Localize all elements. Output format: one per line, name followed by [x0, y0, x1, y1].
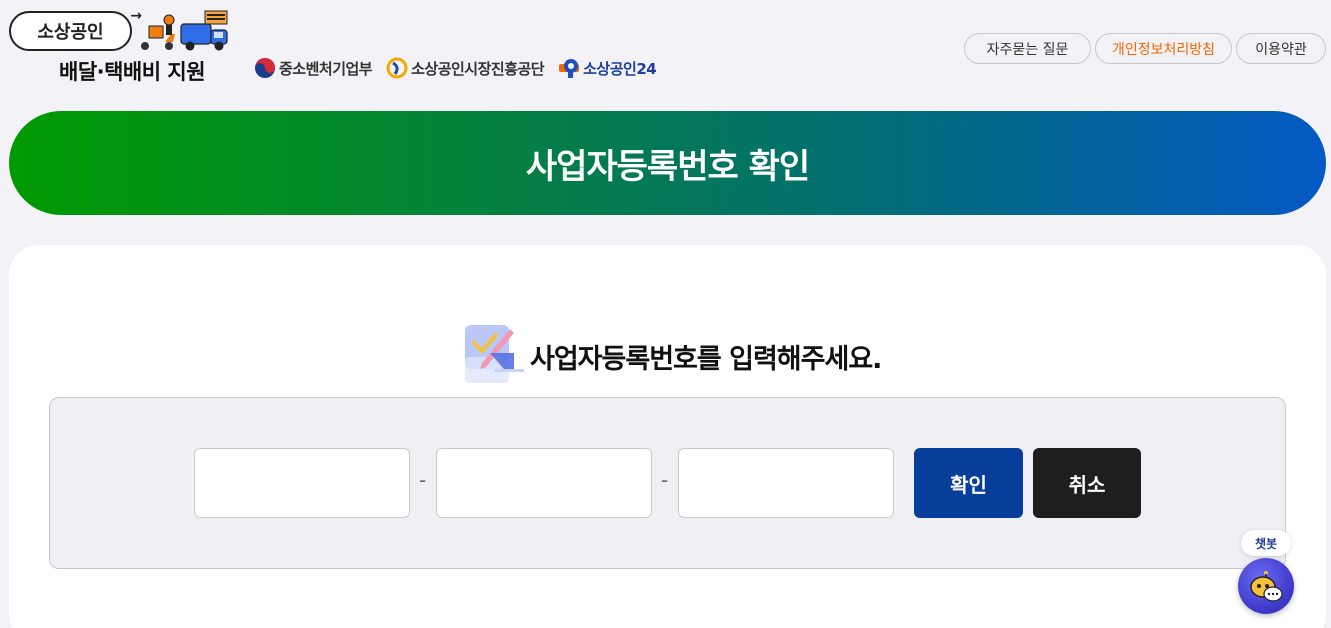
- site-header: 소상공인 → 배달·택배비 지원 중소벤처기업부 소상공인시장진흥공단 소상공인…: [0, 0, 1331, 100]
- partner-logo-mss[interactable]: 중소벤처기업부: [254, 57, 373, 79]
- business-number-form: - - 확인 취소: [49, 397, 1286, 569]
- taeguk-icon: [255, 58, 275, 78]
- s24-logo-icon: [559, 59, 580, 78]
- partner-logo-semas[interactable]: 소상공인시장진흥공단: [386, 57, 545, 79]
- confirm-button[interactable]: 확인: [914, 448, 1023, 518]
- terms-link[interactable]: 이용약관: [1236, 33, 1326, 64]
- chatbot-launcher[interactable]: 챗봇: [1236, 528, 1296, 618]
- page-title: 사업자등록번호 확인: [525, 146, 810, 187]
- pencil-note-icon: [465, 325, 524, 383]
- partner-logo-label: 소상공인시장진흥공단: [411, 59, 545, 78]
- faq-link[interactable]: 자주묻는 질문: [964, 33, 1091, 64]
- main-card: 사업자등록번호를 입력해주세요. - - 확인 취소: [9, 245, 1326, 628]
- logo-pill: 소상공인 →: [9, 8, 142, 51]
- semic-logo-icon: [386, 57, 408, 79]
- partner-logo-label: 소상공인24: [583, 59, 657, 78]
- partner-logos: 중소벤처기업부 소상공인시장진흥공단 소상공인24: [254, 55, 670, 81]
- instruction: 사업자등록번호를 입력해주세요.: [464, 323, 882, 389]
- separator-dash: -: [661, 468, 669, 492]
- privacy-policy-link[interactable]: 개인정보처리방침: [1095, 33, 1232, 64]
- title-banner: 사업자등록번호 확인: [9, 111, 1326, 215]
- partner-logo-label: 중소벤처기업부: [279, 59, 373, 78]
- partner-logo-s24[interactable]: 소상공인24: [558, 57, 657, 79]
- delivery-scooter-truck-icon: [141, 10, 228, 51]
- chatbot-button[interactable]: [1238, 558, 1294, 614]
- business-number-part1-input[interactable]: [194, 448, 410, 518]
- logo-pill-text: 소상공인: [37, 22, 104, 43]
- chatbot-label: 챗봇: [1241, 530, 1291, 556]
- separator-dash: -: [419, 468, 427, 492]
- business-number-part2-input[interactable]: [436, 448, 652, 518]
- instruction-text: 사업자등록번호를 입력해주세요.: [530, 343, 882, 375]
- business-number-part3-input[interactable]: [678, 448, 894, 518]
- top-nav: 자주묻는 질문 개인정보처리방침 이용약관: [960, 33, 1326, 64]
- logo-subtitle: 배달·택배비 지원: [59, 60, 206, 84]
- site-logo[interactable]: 소상공인 → 배달·택배비 지원: [9, 8, 235, 85]
- chatbot-icon: [1250, 571, 1283, 602]
- cancel-button[interactable]: 취소: [1033, 448, 1141, 518]
